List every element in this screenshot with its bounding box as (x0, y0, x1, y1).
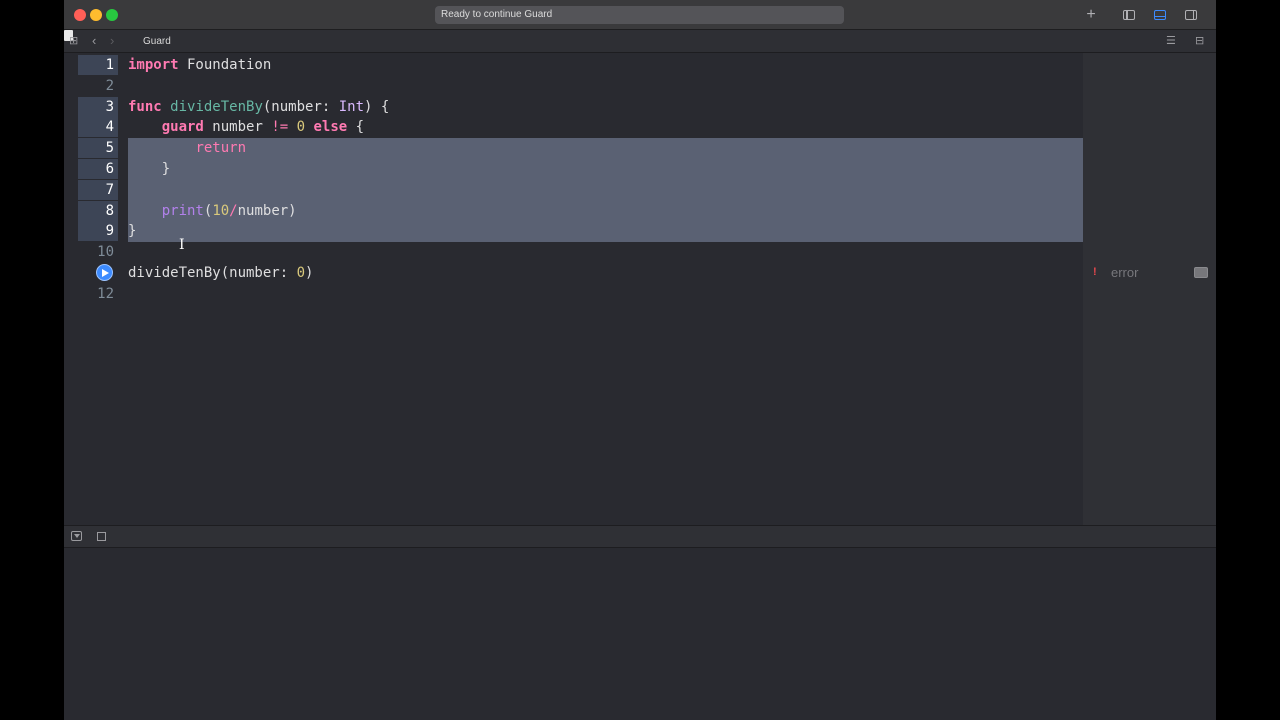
close-window-button[interactable] (74, 9, 86, 21)
code-token: divideTenBy(number: (128, 265, 297, 281)
code-line[interactable]: divideTenBy(number: 0) (128, 263, 313, 283)
line-number[interactable]: 7 (78, 179, 118, 200)
code-token: != (271, 119, 289, 136)
error-icon: ! (1093, 266, 1097, 278)
line-number[interactable]: 6 (78, 159, 118, 179)
forward-chevron-icon[interactable]: › (110, 33, 114, 49)
line-number[interactable]: 5 (78, 138, 118, 159)
code-token: import (128, 57, 179, 73)
line-number[interactable]: 1 (78, 55, 118, 75)
text-selection (128, 138, 1083, 242)
console-toggle-icon[interactable] (97, 532, 106, 541)
code-token: Foundation (178, 57, 272, 73)
line-number[interactable]: 9 (78, 221, 118, 242)
code-token: } (128, 161, 171, 177)
line-number[interactable]: 12 (78, 284, 118, 304)
line-number[interactable]: 2 (78, 76, 118, 96)
back-chevron-icon[interactable]: ‹ (92, 33, 96, 49)
title-bar: Ready to continue Guard + (64, 0, 1216, 30)
code-token: 10 (212, 202, 230, 219)
show-result-icon[interactable] (1194, 267, 1208, 278)
breadcrumb-file[interactable]: Guard (143, 34, 171, 50)
related-items-grid-icon[interactable]: ⊞ (69, 33, 78, 49)
run-to-line-button[interactable] (96, 264, 113, 281)
code-token: func (128, 98, 162, 115)
minimize-window-button[interactable] (90, 9, 102, 21)
code-token: divideTenBy (170, 98, 263, 115)
code-token: number (203, 119, 272, 136)
jump-bar: ⊞ ‹ › Guard ☰ ⊟ (64, 30, 1216, 53)
navigator-toggle-icon[interactable] (1121, 7, 1137, 23)
line-number[interactable]: 3 (78, 96, 118, 117)
split-editor-icon[interactable]: ⊟ (1195, 33, 1204, 49)
line-number[interactable]: 10 (78, 242, 118, 262)
hide-debug-area-icon[interactable] (71, 531, 82, 541)
results-sidebar: ! error (1083, 53, 1216, 525)
debug-bar (64, 525, 1216, 548)
console-area[interactable] (64, 548, 1216, 720)
code-token: (number: (262, 98, 339, 115)
debug-area-toggle-icon[interactable] (1152, 7, 1168, 23)
code-token: number) (237, 202, 297, 219)
code-line[interactable]: } (128, 221, 136, 241)
code-token: { (347, 119, 365, 136)
code-token: / (229, 202, 238, 219)
code-token: } (128, 223, 137, 240)
code-token: 0 (296, 265, 306, 281)
code-line[interactable]: } (128, 159, 170, 179)
source-editor[interactable]: 1 2 3 4 5 6 7 8 9 10 12 import Foundation func divi… (64, 53, 1083, 525)
zoom-window-button[interactable] (106, 9, 118, 21)
editor-options-icon[interactable]: ☰ (1166, 33, 1176, 49)
library-plus-icon[interactable]: + (1083, 7, 1099, 23)
line-number[interactable]: 8 (78, 200, 118, 221)
activity-status: Ready to continue Guard (435, 6, 844, 24)
inspector-toggle-icon[interactable] (1183, 7, 1199, 23)
code-token: print (161, 202, 204, 219)
line-number[interactable]: 4 (78, 117, 118, 138)
code-line[interactable]: print(10/number) (128, 201, 297, 221)
code-token: guard (161, 119, 204, 136)
code-token: else (313, 119, 348, 136)
code-token: return (195, 140, 247, 157)
line-number-gutter[interactable]: 1 2 3 4 5 6 7 8 9 10 12 (64, 53, 118, 525)
ibeam-cursor-icon: I (179, 237, 185, 253)
line-result-text[interactable]: error (1111, 265, 1138, 280)
code-token: Int (338, 98, 365, 115)
code-line[interactable]: import Foundation (128, 55, 271, 75)
code-line[interactable]: guard number != 0 else { (128, 117, 364, 137)
code-line[interactable]: return (128, 138, 246, 158)
code-token: ) { (364, 98, 390, 115)
code-line[interactable]: func divideTenBy(number: Int) { (128, 97, 389, 117)
xcode-window: Ready to continue Guard + ⊞ ‹ › Guard ☰ … (64, 0, 1216, 720)
code-token: ) (305, 265, 314, 281)
code-token: 0 (296, 119, 306, 136)
